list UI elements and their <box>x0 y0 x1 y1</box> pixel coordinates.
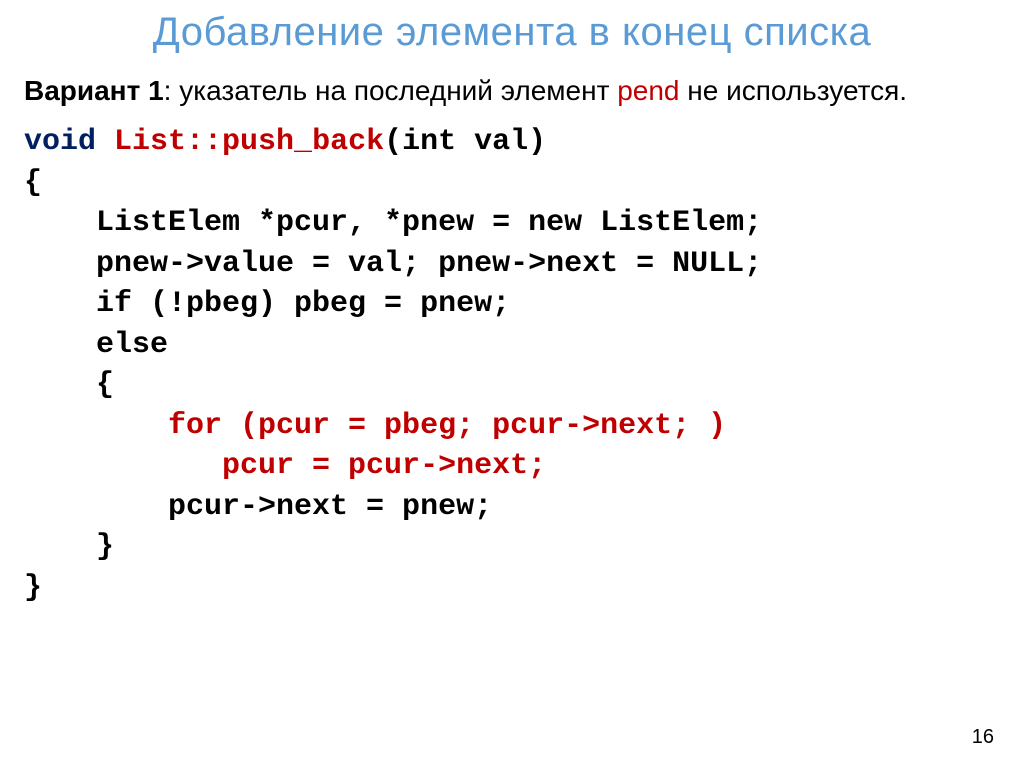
code-line-12: } <box>24 571 42 605</box>
pend-keyword: pend <box>617 75 679 106</box>
code-line-6: else <box>24 328 168 362</box>
code-line-5: if (!pbeg) pbeg = pnew; <box>24 287 510 321</box>
slide-subtitle: Вариант 1: указатель на последний элемен… <box>24 73 1000 108</box>
subtitle-after-pend: не используется. <box>679 75 907 106</box>
code-line-3: ListElem *pcur, *pnew = new ListElem; <box>24 206 762 240</box>
code-line-11: } <box>24 530 114 564</box>
code-block: void List::push_back(int val) { ListElem… <box>24 122 1000 608</box>
variant-label: Вариант 1 <box>24 75 164 106</box>
code-line-2: { <box>24 166 42 200</box>
page-number: 16 <box>972 726 994 749</box>
code-space <box>96 125 114 159</box>
code-line-9: pcur = pcur->next; <box>24 449 546 483</box>
subtitle-colon: : <box>164 75 180 106</box>
code-funcname: List::push_back <box>114 125 384 159</box>
code-line-8: for (pcur = pbeg; pcur->next; ) <box>24 409 726 443</box>
slide: Добавление элемента в конец списка Вариа… <box>0 0 1024 608</box>
code-line-10: pcur->next = pnew; <box>24 490 492 524</box>
subtitle-before-pend: указатель на последний элемент <box>179 75 617 106</box>
code-params: (int val) <box>384 125 546 159</box>
slide-title: Добавление элемента в конец списка <box>24 10 1000 55</box>
code-void: void <box>24 125 96 159</box>
code-line-7: { <box>24 368 114 402</box>
code-line-4: pnew->value = val; pnew->next = NULL; <box>24 247 762 281</box>
